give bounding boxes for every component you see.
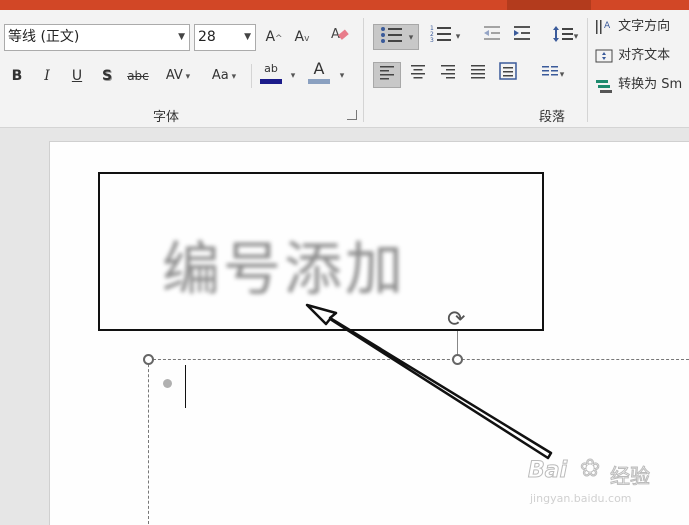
strikethrough-glyph: abc — [127, 69, 149, 83]
bullet-list-icon — [380, 27, 402, 43]
text-direction-label: 文字方向 — [618, 19, 671, 34]
convert-smartart-label: 转换为 Sm — [618, 77, 683, 92]
grow-font-button[interactable]: A^ — [262, 24, 286, 50]
change-case-button[interactable]: Aa ▾ — [204, 63, 244, 89]
decrease-indent-icon — [484, 26, 500, 40]
bullet-dot — [163, 379, 172, 388]
font-group-label: 字体 — [153, 110, 180, 125]
align-center-icon — [411, 65, 425, 79]
font-color-glyph: A — [313, 59, 325, 78]
grow-font-glyph: A — [265, 29, 276, 45]
title-bar — [0, 0, 689, 10]
bullets-button[interactable]: ▾ — [373, 24, 419, 50]
font-size-value: 28 — [198, 29, 216, 45]
font-color-button[interactable]: A — [306, 60, 332, 86]
align-right-button[interactable] — [434, 62, 462, 88]
numbering-button[interactable]: 1 2 3 ▾ — [424, 24, 466, 50]
chevron-down-icon: ▼ — [178, 32, 185, 42]
line-spacing-icon — [552, 26, 573, 42]
title-bar-tab — [507, 0, 591, 10]
svg-text:3: 3 — [430, 37, 434, 44]
columns-icon — [541, 66, 558, 76]
character-spacing-button[interactable]: AV ▾ — [158, 63, 198, 89]
highlight-color-bar — [260, 79, 282, 84]
font-group-divider — [251, 64, 252, 88]
title-textbox[interactable]: 编号添加 — [98, 172, 544, 331]
distributed-button[interactable] — [494, 62, 522, 88]
change-case-glyph: Aa — [211, 68, 229, 83]
bold-button[interactable]: B — [6, 63, 28, 89]
watermark-brand-cn: 经验 — [610, 464, 651, 489]
paragraph-group-label: 段落 — [539, 110, 566, 125]
font-color-bar — [308, 79, 330, 84]
columns-button[interactable]: ▾ — [532, 62, 572, 88]
clear-formatting-button[interactable]: A — [328, 24, 352, 50]
font-name-combo[interactable]: 等线 (正文) ▼ — [4, 24, 190, 51]
font-name-value: 等线 (正文) — [8, 29, 80, 45]
increase-indent-icon — [514, 26, 530, 40]
svg-text:A: A — [331, 27, 340, 42]
group-divider — [587, 18, 588, 122]
font-size-combo[interactable]: 28 ▼ — [194, 24, 256, 51]
bold-glyph: B — [11, 68, 23, 84]
align-text-label: 对齐文本 — [618, 48, 671, 63]
paw-icon: ❀ — [579, 454, 601, 483]
convert-smartart-button[interactable]: 转换为 Sm — [594, 72, 689, 98]
distributed-icon — [499, 62, 517, 80]
text-cursor — [185, 365, 186, 408]
justify-button[interactable] — [464, 62, 492, 88]
rotation-stem — [457, 331, 458, 355]
font-dialog-launcher[interactable] — [347, 110, 357, 120]
smartart-icon — [596, 79, 612, 93]
eraser-icon: A — [331, 27, 349, 42]
justify-icon — [471, 65, 485, 79]
shadow-glyph: S — [101, 68, 113, 84]
font-color-dropdown[interactable]: ▾ — [336, 63, 348, 89]
resize-handle-top-left[interactable] — [143, 354, 154, 365]
highlight-dropdown[interactable]: ▾ — [287, 63, 299, 89]
line-spacing-button[interactable]: ▾ — [546, 24, 584, 50]
watermark-url: jingyan.baidu.com — [530, 492, 632, 505]
chevron-down-icon: ▼ — [244, 32, 251, 42]
text-direction-icon: A — [596, 19, 611, 34]
align-left-icon — [380, 66, 394, 80]
shrink-font-glyph: A — [294, 29, 305, 45]
strikethrough-button[interactable]: abc — [124, 63, 152, 89]
text-direction-button[interactable]: A 文字方向 — [594, 14, 689, 40]
numbered-list-icon: 123 — [430, 25, 451, 44]
align-left-button[interactable] — [373, 62, 401, 88]
resize-handle-top-center[interactable] — [452, 354, 463, 365]
align-text-button[interactable]: 对齐文本 — [594, 43, 689, 69]
underline-button[interactable]: U — [66, 63, 88, 89]
svg-text:A: A — [604, 21, 611, 31]
decrease-indent-button[interactable] — [480, 24, 504, 50]
textbox-text: 编号添加 — [162, 235, 407, 303]
italic-button[interactable]: I — [36, 63, 58, 89]
increase-indent-button[interactable] — [510, 24, 534, 50]
group-divider — [363, 18, 364, 122]
watermark: Bai ❀ 经验 jingyan.baidu.com — [527, 452, 678, 512]
align-right-icon — [441, 65, 455, 79]
shadow-button[interactable]: S — [96, 63, 118, 89]
highlight-button[interactable]: ab — [258, 60, 284, 86]
align-center-button[interactable] — [404, 62, 432, 88]
rotate-handle-icon[interactable]: ⟳ — [447, 307, 465, 332]
shrink-font-button[interactable]: Av — [290, 24, 314, 50]
highlight-glyph: ab — [264, 62, 278, 75]
italic-glyph: I — [44, 68, 50, 84]
char-spacing-glyph: AV — [165, 68, 183, 83]
align-text-icon — [595, 49, 613, 62]
underline-glyph: U — [71, 68, 83, 84]
watermark-brand: Bai — [527, 458, 568, 484]
